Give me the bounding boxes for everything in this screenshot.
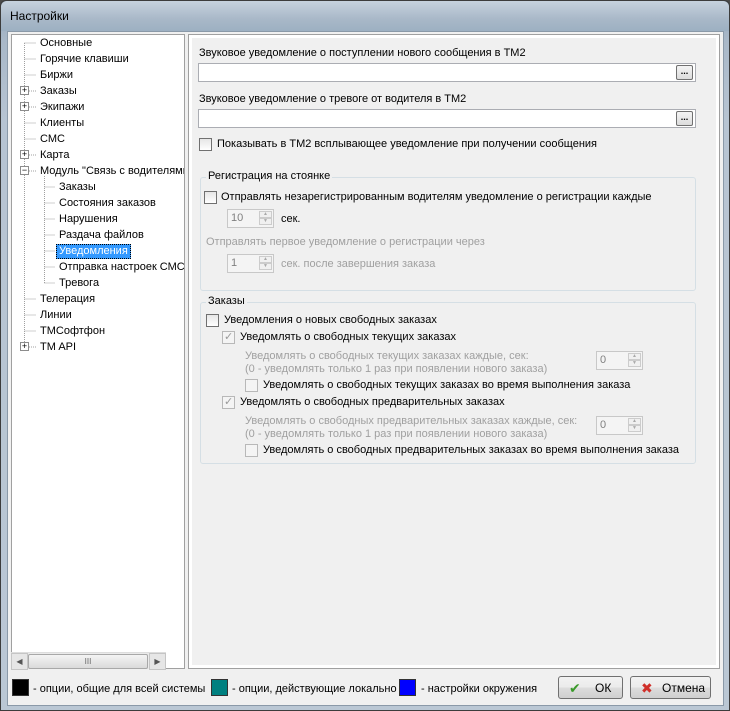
title-bar[interactable]: Настройки [1, 1, 729, 31]
first-notification-label: Отправлять первое уведомление о регистра… [206, 236, 485, 248]
expand-plus-icon[interactable]: + [20, 342, 29, 351]
settings-tree[interactable]: + + + − + Основные Горячие клавиши Биржи… [11, 34, 185, 669]
current-interval-spinner[interactable]: 0 ▲ ▼ [596, 351, 643, 370]
legend-local-label: - опции, действующие локально [232, 683, 397, 695]
orders-group-title: Заказы [206, 295, 247, 307]
tree-item-map[interactable]: Карта [38, 148, 71, 163]
checkmark-icon: ✔ [569, 680, 581, 696]
window-title: Настройки [10, 9, 69, 23]
tree-item-order-states[interactable]: Состояния заказов [57, 196, 158, 211]
tree-item-tm-api[interactable]: TM API [38, 340, 78, 355]
show-popup-label[interactable]: Показывать в ТМ2 всплывающее уведомление… [217, 138, 597, 150]
first-notification-value: 1 [231, 257, 238, 269]
prelim-during-checkbox[interactable] [245, 444, 258, 457]
ok-button[interactable]: ✔ ОК [558, 676, 623, 699]
tree-item-violations[interactable]: Нарушения [57, 212, 120, 227]
new-free-orders-label[interactable]: Уведомления о новых свободных заказах [224, 314, 437, 326]
window-client-area: + + + − + Основные Горячие клавиши Биржи… [7, 31, 724, 706]
tree-item-lines[interactable]: Линии [38, 308, 74, 323]
expand-plus-icon[interactable]: + [20, 86, 29, 95]
current-interval-value: 0 [600, 354, 607, 366]
current-interval-label-2: (0 - уведомлять только 1 раз при появлен… [245, 363, 548, 375]
current-during-label[interactable]: Уведомлять о свободных текущих заказах в… [263, 379, 630, 391]
tree-item-tmsoftphone[interactable]: ТМСофтфон [38, 324, 107, 339]
collapse-minus-icon[interactable]: − [20, 166, 29, 175]
settings-panel-inner: Звуковое уведомление о поступлении новог… [192, 38, 716, 665]
prelim-interval-label-2: (0 - уведомлять только 1 раз при появлен… [245, 428, 548, 440]
tree-item-driver-module[interactable]: Модуль "Связь с водителями [38, 164, 184, 179]
sound-alarm-field[interactable] [198, 109, 696, 128]
tree-item-module-orders[interactable]: Заказы [57, 180, 98, 195]
legend-env-swatch [399, 679, 416, 696]
spin-up-icon[interactable]: ▲ [259, 256, 272, 263]
ok-button-label: ОК [595, 681, 612, 695]
scroll-left-icon[interactable]: ◀ [11, 653, 28, 670]
tree-item-alarm[interactable]: Тревога [57, 276, 101, 291]
send-unregistered-label[interactable]: Отправлять незарегистрированным водителя… [221, 191, 652, 203]
legend-global-label: - опции, общие для всей системы [33, 683, 206, 695]
current-orders-checkbox[interactable] [222, 330, 235, 344]
prelim-during-label[interactable]: Уведомлять о свободных предварительных з… [263, 444, 679, 456]
send-unregistered-checkbox[interactable] [204, 191, 217, 204]
prelim-orders-label[interactable]: Уведомлять о свободных предварительных з… [240, 396, 505, 408]
show-popup-checkbox[interactable] [199, 138, 212, 151]
legend-env-label: - настройки окружения [421, 683, 538, 695]
sound-alarm-label: Звуковое уведомление о тревоге от водите… [199, 93, 467, 105]
settings-panel: Звуковое уведомление о поступлении новог… [188, 34, 720, 669]
tree-item-hotkeys[interactable]: Горячие клавиши [38, 52, 131, 67]
prelim-orders-checkbox[interactable] [222, 395, 235, 409]
tree-horizontal-scrollbar[interactable]: ◀ III ▶ [11, 652, 166, 670]
cancel-button[interactable]: ✖ Отмена [630, 676, 711, 699]
tree-item-file-distribution[interactable]: Раздача файлов [57, 228, 146, 243]
scroll-thumb[interactable]: III [28, 654, 148, 669]
tree-item-teleration[interactable]: Телерация [38, 292, 97, 307]
spin-down-icon[interactable]: ▼ [259, 263, 272, 270]
current-orders-label[interactable]: Уведомлять о свободных текущих заказах [240, 331, 456, 343]
sound-new-message-label: Звуковое уведомление о поступлении новог… [199, 47, 526, 59]
registration-interval-spinner[interactable]: 10 ▲ ▼ [227, 209, 274, 228]
current-during-checkbox[interactable] [245, 379, 258, 392]
spin-down-icon[interactable]: ▼ [259, 218, 272, 225]
tree-item-notifications[interactable]: Уведомления [56, 244, 131, 259]
prelim-interval-label-1: Уведомлять о свободных предварительных з… [245, 415, 578, 427]
spin-up-icon[interactable]: ▲ [628, 418, 641, 425]
registration-interval-value: 10 [231, 212, 244, 224]
tree-item-sms-settings[interactable]: Отправка настроек СМС [57, 260, 184, 275]
spin-up-icon[interactable]: ▲ [259, 211, 272, 218]
tree-item-sms[interactable]: СМС [38, 132, 67, 147]
spin-up-icon[interactable]: ▲ [628, 353, 641, 360]
scroll-right-icon[interactable]: ▶ [149, 653, 166, 670]
tree-item-exchanges[interactable]: Биржи [38, 68, 75, 83]
expand-plus-icon[interactable]: + [20, 150, 29, 159]
scroll-grip: III [84, 657, 92, 666]
sound-new-message-browse-button[interactable]: ... [676, 65, 693, 80]
cancel-button-label: Отмена [662, 681, 706, 695]
tree-item-orders[interactable]: Заказы [38, 84, 79, 99]
legend-global-swatch [12, 679, 29, 696]
prelim-interval-spinner[interactable]: 0 ▲ ▼ [596, 416, 643, 435]
parking-group-title: Регистрация на стоянке [206, 170, 333, 182]
prelim-interval-value: 0 [600, 419, 607, 431]
spin-down-icon[interactable]: ▼ [628, 425, 641, 432]
tree-item-main[interactable]: Основные [38, 36, 94, 51]
first-notification-unit: сек. после завершения заказа [281, 258, 436, 270]
settings-window: Настройки + + + − + Основные Горячие кла… [0, 0, 730, 711]
sound-alarm-browse-button[interactable]: ... [676, 111, 693, 126]
registration-interval-unit: сек. [281, 213, 301, 225]
first-notification-spinner[interactable]: 1 ▲ ▼ [227, 254, 274, 273]
sound-new-message-field[interactable] [198, 63, 696, 82]
current-interval-label-1: Уведомлять о свободных текущих заказах к… [245, 350, 529, 362]
tree-item-crews[interactable]: Экипажи [38, 100, 86, 115]
spin-down-icon[interactable]: ▼ [628, 360, 641, 367]
tree-item-clients[interactable]: Клиенты [38, 116, 86, 131]
close-icon: ✖ [641, 680, 653, 696]
expand-plus-icon[interactable]: + [20, 102, 29, 111]
legend-local-swatch [211, 679, 228, 696]
new-free-orders-checkbox[interactable] [206, 314, 219, 327]
